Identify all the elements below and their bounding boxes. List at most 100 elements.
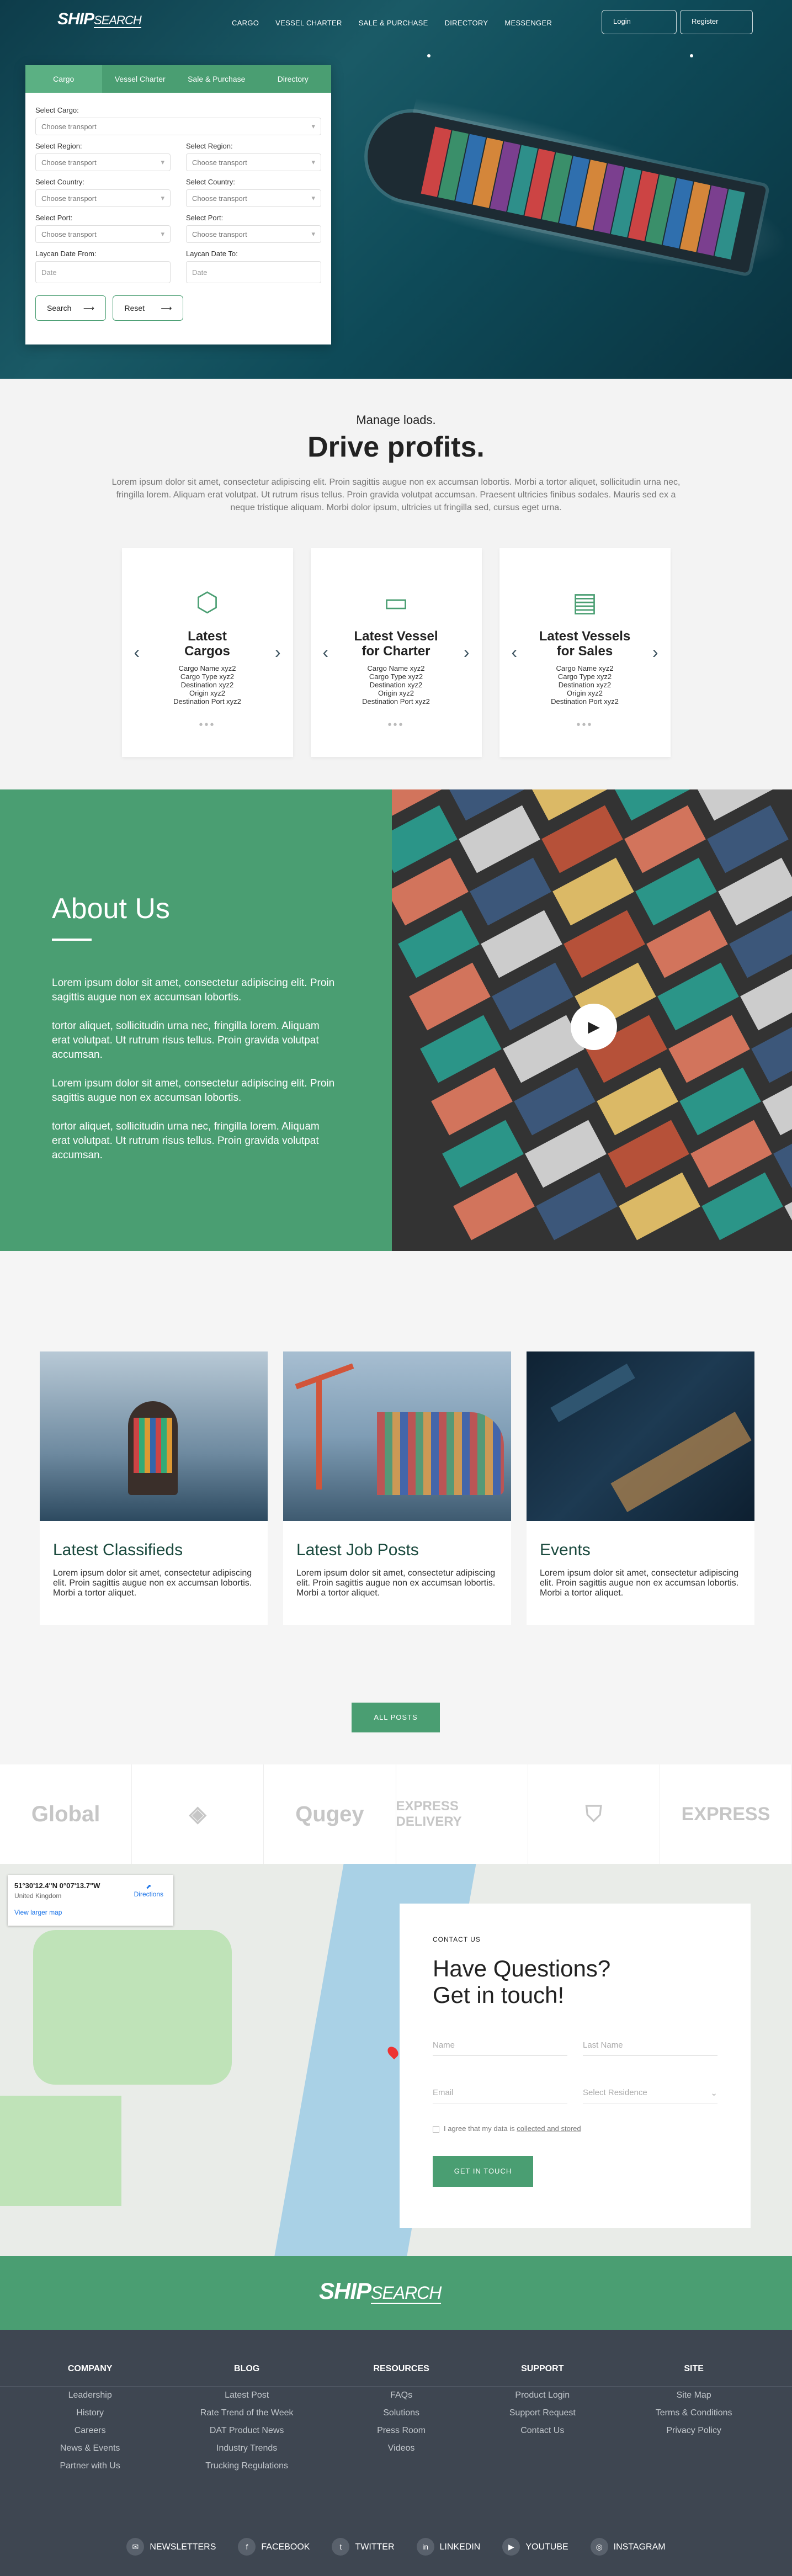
brand-logo-shield-icon: ⛉ (528, 1764, 660, 1864)
region-select-from[interactable]: Choose transport (35, 153, 171, 171)
footer-col-title: COMPANY (67, 2364, 113, 2373)
logo-sub: SEARCH (94, 13, 142, 28)
consent-link[interactable]: collected and stored (517, 2124, 581, 2133)
social-label: FACEBOOK (261, 2542, 310, 2552)
footer-logo[interactable]: SHIPSEARCH (319, 2278, 442, 2304)
map-larger-link[interactable]: View larger map (14, 1909, 167, 1916)
footer-link[interactable]: Industry Trends (200, 2444, 294, 2453)
login-button[interactable]: Login (602, 10, 677, 34)
footer-link[interactable]: Product Login (509, 2391, 576, 2400)
nav-cargo[interactable]: CARGO (232, 19, 259, 27)
residence-select[interactable]: Select Residence ⌄ (583, 2078, 717, 2103)
footer-link[interactable]: Contact Us (509, 2426, 576, 2436)
cargo-select[interactable]: Choose transport (35, 118, 321, 135)
logo-sub: SEARCH (371, 2283, 442, 2304)
chevron-left-icon[interactable]: ‹ (512, 642, 518, 662)
footer-link[interactable]: FAQs (373, 2391, 429, 2400)
footer-link[interactable]: Site Map (656, 2391, 732, 2400)
register-button[interactable]: Register (680, 10, 753, 34)
footer-link[interactable]: Press Room (373, 2426, 429, 2436)
post-title: Latest Classifieds (53, 1541, 183, 1559)
map-directions-link[interactable]: ⬈ Directions (134, 1883, 163, 1898)
consent-checkbox[interactable] (433, 2126, 439, 2133)
footer-link[interactable]: News & Events (60, 2444, 120, 2453)
footer-link[interactable]: Careers (60, 2426, 120, 2436)
reset-button[interactable]: Reset ⟶ (113, 295, 184, 321)
footer-link[interactable]: Trucking Regulations (200, 2461, 294, 2471)
region-select-to[interactable]: Choose transport (186, 153, 321, 171)
chevron-left-icon[interactable]: ‹ (323, 642, 329, 662)
footer-col-company: COMPANY Leadership History Careers News … (60, 2364, 120, 2479)
footer-link[interactable]: Leadership (60, 2391, 120, 2400)
post-card[interactable]: Latest Classifieds Lorem ipsum dolor sit… (40, 1351, 268, 1625)
port-select-from[interactable]: Choose transport (35, 225, 171, 243)
nav-vessel-charter[interactable]: VESSEL CHARTER (275, 19, 342, 27)
card-line: Cargo Name xyz2 (178, 664, 236, 672)
reset-button-label: Reset (124, 304, 145, 312)
brand-logo-qugey: Qugey (264, 1764, 396, 1864)
email-field[interactable]: Email (433, 2078, 567, 2103)
country-label: Select Country: (186, 178, 235, 186)
tab-vessel-charter[interactable]: Vessel Charter (102, 65, 178, 93)
search-button[interactable]: Search ⟶ (35, 295, 106, 321)
date-from-input[interactable]: Date (35, 261, 171, 283)
card-line: Destination xyz2 (180, 681, 234, 689)
vessels-sales-card: ‹ › ▤ Latest Vessels for Sales Cargo Name… (499, 548, 671, 757)
post-card[interactable]: Events Lorem ipsum dolor sit amet, conse… (527, 1351, 754, 1625)
footer-link[interactable]: Terms & Conditions (656, 2408, 732, 2418)
nav-directory[interactable]: DIRECTORY (445, 19, 488, 27)
chevron-right-icon[interactable]: › (275, 642, 281, 662)
footer-link[interactable]: History (60, 2408, 120, 2418)
chevron-right-icon[interactable]: › (464, 642, 470, 662)
card-pager-dots[interactable]: ••• (499, 719, 671, 732)
footer-link[interactable]: Support Request (509, 2408, 576, 2418)
get-in-touch-button[interactable]: GET IN TOUCH (433, 2156, 533, 2187)
site-logo[interactable]: SHIPSEARCH (57, 10, 142, 29)
country-select-to[interactable]: Choose transport (186, 189, 321, 207)
card-title-line2: for Charter (362, 644, 430, 659)
footer-link[interactable]: Privacy Policy (656, 2426, 732, 2436)
cargos-card: ‹ › ⬡ Latest Cargos Cargo Name xyz2 Cargo… (121, 548, 293, 757)
port-select-to[interactable]: Choose transport (186, 225, 321, 243)
card-pager-dots[interactable]: ••• (311, 719, 482, 732)
footer-link[interactable]: DAT Product News (200, 2426, 294, 2436)
consent-row: I agree that my data is collected and st… (433, 2124, 717, 2133)
post-title: Latest Job Posts (296, 1541, 419, 1559)
nav-sale-purchase[interactable]: SALE & PURCHASE (359, 19, 428, 27)
map-info-box: 51°30'12.4"N 0°07'13.7"W United Kingdom … (8, 1875, 173, 1926)
arrow-right-icon: ⟶ (83, 304, 94, 312)
tab-directory[interactable]: Directory (254, 65, 331, 93)
brand-logo-global: Global (0, 1764, 132, 1864)
name-field[interactable]: Name (433, 2031, 567, 2056)
last-name-field[interactable]: Last Name (583, 2031, 717, 2056)
residence-select-label: Select Residence (583, 2088, 647, 2097)
document-hand-icon: ▤ (572, 588, 598, 617)
tab-cargo[interactable]: Cargo (25, 65, 102, 93)
footer-link[interactable]: Latest Post (200, 2391, 294, 2400)
chevron-right-icon[interactable]: › (652, 642, 658, 662)
footer-link[interactable]: Rate Trend of the Week (200, 2408, 294, 2418)
nav-messenger[interactable]: MESSENGER (504, 19, 552, 27)
footer-col-resources: RESOURCES FAQs Solutions Press Room Vide… (373, 2364, 429, 2479)
footer-col-title: SITE (684, 2364, 704, 2373)
footer-col-blog: BLOG Latest Post Rate Trend of the Week … (200, 2364, 294, 2479)
footer-link[interactable]: Solutions (373, 2408, 429, 2418)
port-crane-image (283, 1351, 511, 1521)
play-icon[interactable]: ▶ (571, 1004, 617, 1050)
country-select-from[interactable]: Choose transport (35, 189, 171, 207)
tab-sale-purchase[interactable]: Sale & Purchase (178, 65, 255, 93)
cargo-label: Select Cargo: (35, 106, 79, 114)
footer-link[interactable]: Partner with Us (60, 2461, 120, 2471)
carousel-dot[interactable] (427, 54, 430, 57)
all-posts-button[interactable]: ALL POSTS (352, 1703, 440, 1732)
footer-col-title: RESOURCES (373, 2364, 429, 2373)
card-pager-dots[interactable]: ••• (122, 719, 293, 732)
search-tabs: Cargo Vessel Charter Sale & Purchase Dir… (25, 65, 331, 93)
card-line: Destination xyz2 (369, 681, 423, 689)
post-card[interactable]: Latest Job Posts Lorem ipsum dolor sit a… (283, 1351, 511, 1625)
chevron-left-icon[interactable]: ‹ (134, 642, 140, 662)
footer-link[interactable]: Videos (373, 2444, 429, 2453)
date-to-input[interactable]: Date (186, 261, 321, 283)
map-section[interactable]: 51°30'12.4"N 0°07'13.7"W United Kingdom … (0, 1864, 792, 2256)
carousel-dot[interactable] (690, 54, 693, 57)
